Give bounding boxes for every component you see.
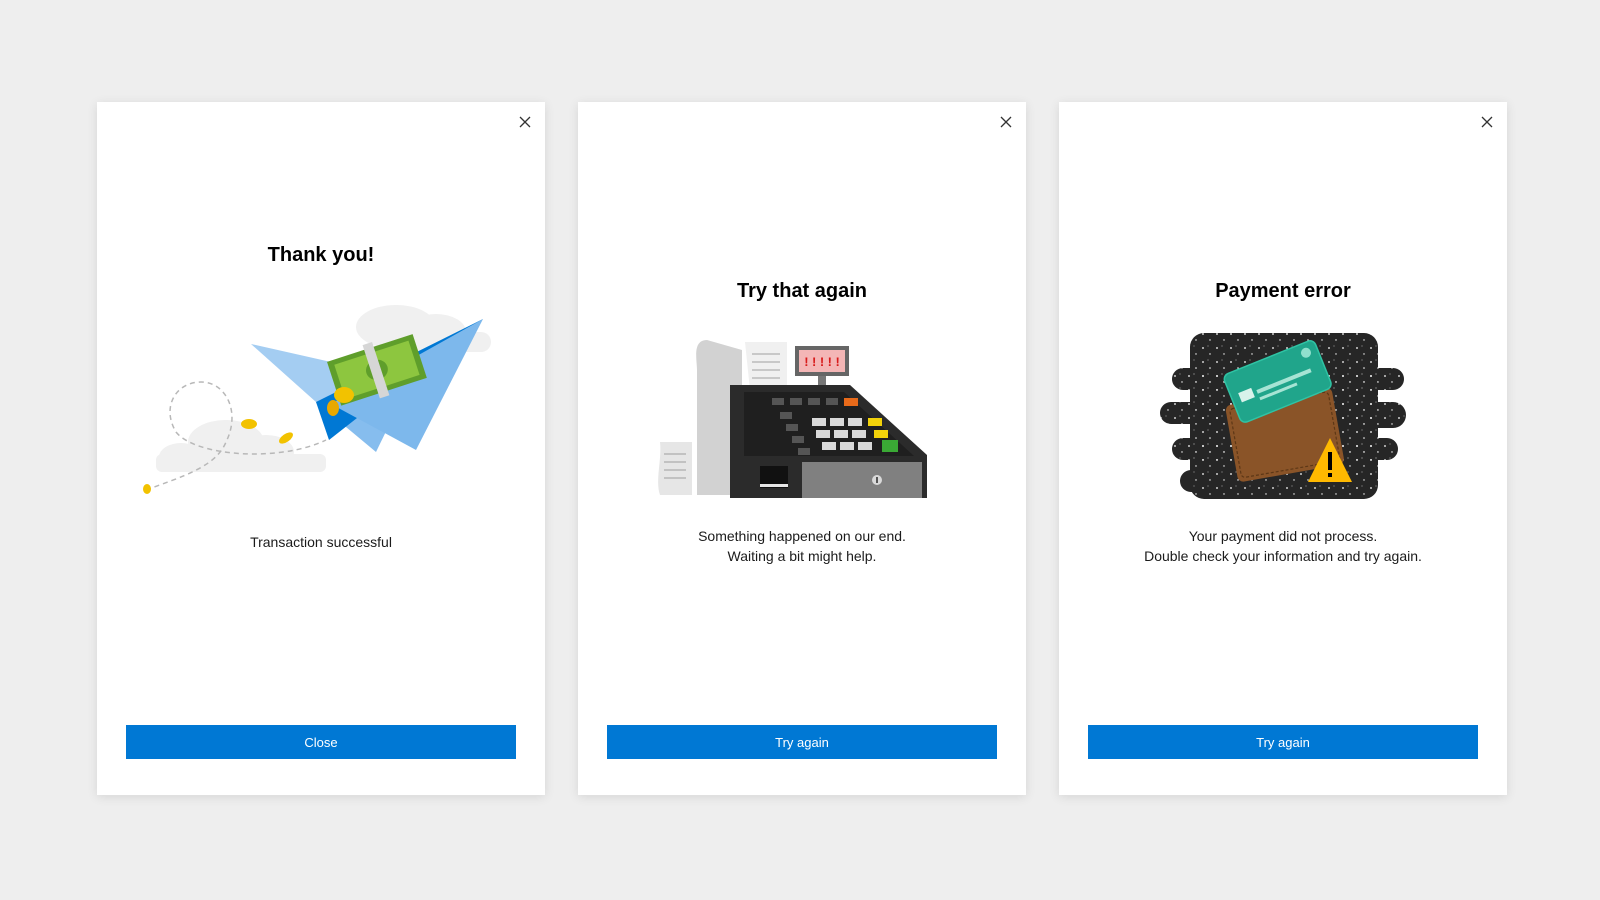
payment-error-dialog: Payment error Your payment did not proce… (1059, 102, 1507, 795)
retry-dialog: Try that again !!!!! Something happened … (578, 102, 1026, 795)
close-icon[interactable] (513, 110, 537, 134)
dialog-message: Something happened on our end. Waiting a… (578, 526, 1026, 566)
cash-register-illustration: !!!!! (652, 330, 952, 505)
success-dialog: Thank you! Transaction successful Close (97, 102, 545, 795)
paper-plane-illustration (141, 292, 501, 517)
dialog-title: Try that again (736, 280, 868, 302)
message-line: Your payment did not process. (1188, 528, 1378, 544)
close-button[interactable]: Close (126, 725, 516, 759)
close-icon[interactable] (994, 110, 1018, 134)
close-icon[interactable] (1475, 110, 1499, 134)
try-again-button[interactable]: Try again (1088, 725, 1478, 759)
message-line: Waiting a bit might help. (727, 548, 877, 564)
wallet-card-illustration (1158, 330, 1408, 507)
dialog-message: Transaction successful (97, 532, 545, 552)
message-line: Something happened on our end. (698, 528, 906, 544)
try-again-button[interactable]: Try again (607, 725, 997, 759)
register-display-text: !!!!! (802, 355, 841, 370)
message-line: Double check your information and try ag… (1144, 548, 1422, 564)
message-line: Transaction successful (250, 534, 392, 550)
dialog-message: Your payment did not process. Double che… (1059, 526, 1507, 566)
dialog-title: Thank you! (267, 244, 375, 266)
dialog-title: Payment error (1215, 280, 1351, 302)
